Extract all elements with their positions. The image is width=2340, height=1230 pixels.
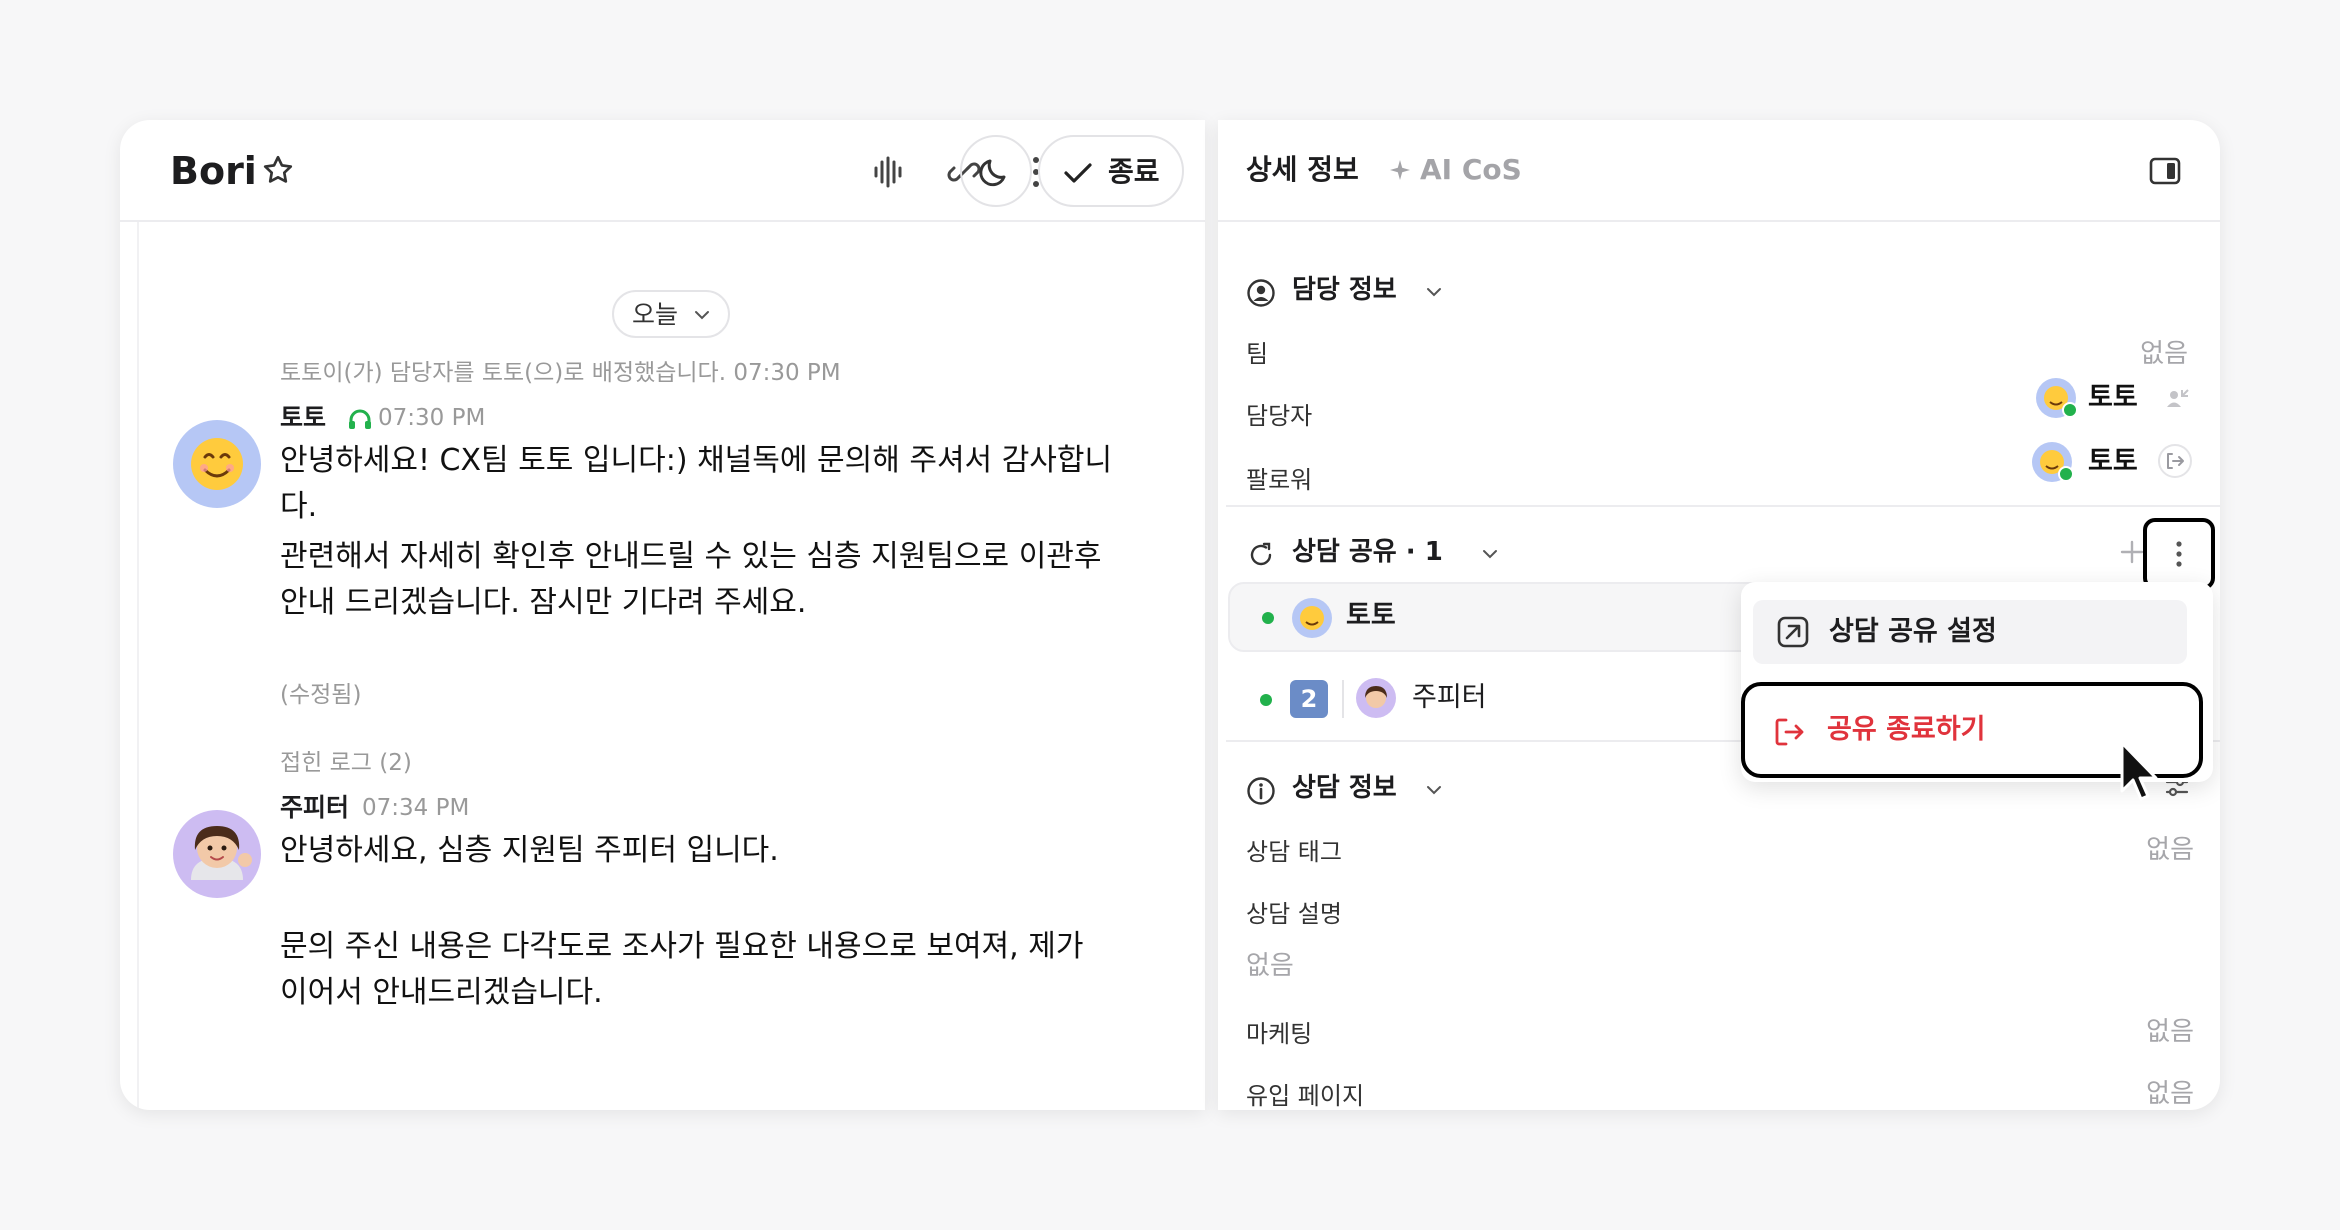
message-text: 안녕하세요! CX팀 토토 입니다:) 채널독에 문의해 주셔서 감사합니다.	[280, 443, 1113, 524]
keycap-badge: 2	[1290, 680, 1328, 718]
mouse-cursor-icon	[2120, 741, 2158, 801]
unassign-user-icon[interactable]	[2162, 384, 2192, 414]
star-icon[interactable]	[260, 152, 296, 188]
follower-name[interactable]: 토토	[2088, 444, 2138, 480]
consult-desc-value[interactable]: 없음	[1246, 948, 1294, 984]
chat-title: Bori	[170, 149, 257, 193]
memoji-avatar-icon	[191, 826, 252, 880]
menu-item-label: 상담 공유 설정	[1829, 616, 1997, 647]
share-row[interactable]: 토토	[1228, 582, 1828, 652]
team-label: 팀	[1246, 340, 1269, 368]
share-row[interactable]: 2 주피터	[1228, 664, 1828, 734]
add-icon[interactable]	[2118, 538, 2146, 566]
message-author[interactable]: 토토	[280, 402, 326, 434]
exit-icon	[2167, 453, 2184, 469]
consult-tag-value[interactable]: 없음	[1998, 832, 2194, 868]
message-time: 07:30 PM	[378, 405, 486, 431]
message-text: 관련해서 자세히 확인후 안내드릴 수 있는 심층 지원팀으로 이관후 안내 드…	[280, 539, 1102, 620]
snooze-button[interactable]	[960, 135, 1032, 207]
chat-panel: Bori 종료 오늘 토토이(가) 담당자를 토토(으)로 배정했습니다. 07…	[120, 120, 1205, 1110]
smiley-avatar-icon	[1300, 606, 1324, 630]
chevron-down-icon	[695, 311, 709, 320]
follower-label: 팔로워	[1246, 466, 1313, 494]
avatar	[1292, 598, 1332, 638]
user-circle-icon	[1247, 279, 1275, 307]
smiley-avatar-icon	[191, 438, 243, 490]
menu-item-label: 공유 종료하기	[1827, 714, 1986, 745]
online-status-dot	[2058, 466, 2074, 482]
inflow-page-label: 유입 페이지	[1246, 1082, 1365, 1110]
section-title: 상담 공유 · 1	[1292, 537, 1443, 567]
message-text: 안녕하세요, 심층 지원팀 주피터 입니다.	[280, 833, 779, 868]
close-chat-label: 종료	[1108, 155, 1160, 188]
avatar	[1356, 678, 1396, 718]
divider	[1226, 505, 2220, 507]
folded-log-toggle[interactable]: 접힌 로그 (2)	[280, 748, 412, 778]
check-icon	[1064, 163, 1092, 183]
assignment-section-header[interactable]: 담당 정보	[1246, 270, 1486, 310]
share-more-button[interactable]	[2143, 518, 2215, 590]
consult-desc-label: 상담 설명	[1246, 900, 1342, 928]
message-author[interactable]: 주피터	[280, 792, 349, 824]
share-loop-icon	[1250, 542, 1272, 566]
divider	[137, 222, 139, 1110]
panel-toggle-icon[interactable]	[2148, 154, 2182, 188]
assignee-label: 담당자	[1246, 402, 1313, 430]
online-status-dot	[2062, 402, 2078, 418]
marketing-value[interactable]: 없음	[1998, 1014, 2194, 1050]
section-title: 상담 정보	[1292, 773, 1397, 803]
consult-section-header[interactable]: 상담 정보	[1246, 768, 1486, 808]
share-member-name: 토토	[1346, 600, 1396, 631]
headset-icon	[349, 409, 371, 429]
consult-tag-label: 상담 태그	[1246, 838, 1342, 866]
share-section-header[interactable]: 상담 공유 · 1	[1246, 532, 1506, 572]
close-chat-button[interactable]: 종료	[1038, 135, 1184, 207]
share-settings-icon	[1777, 616, 1809, 648]
memoji-avatar-icon	[1365, 686, 1387, 708]
team-value[interactable]: 없음	[2008, 336, 2188, 372]
chevron-down-icon	[1427, 786, 1441, 795]
inflow-page-value[interactable]: 없음	[1998, 1076, 2194, 1110]
tab-details[interactable]: 상세 정보	[1246, 150, 1359, 190]
system-message: 토토이(가) 담당자를 토토(으)로 배정했습니다. 07:30 PM	[280, 360, 841, 386]
detail-panel: 상세 정보 AI CoS 담당 정보 팀 없음 담당자 토토 팔로워 토토 상담…	[1218, 120, 2220, 1110]
share-member-name: 주피터	[1412, 682, 1487, 713]
detail-header: 상세 정보 AI CoS	[1218, 120, 2220, 222]
unfollow-button[interactable]	[2158, 444, 2192, 478]
edited-label: (수정됨)	[280, 682, 362, 708]
avatar[interactable]	[173, 420, 261, 508]
online-status-dot	[1262, 612, 1274, 624]
sparkle-icon	[1390, 160, 1410, 180]
date-pill-label: 오늘	[632, 300, 679, 329]
moon-icon	[979, 159, 1006, 187]
info-icon	[1247, 777, 1275, 805]
more-vertical-icon	[2176, 541, 2182, 567]
message-time: 07:34 PM	[362, 795, 470, 821]
avatar[interactable]	[173, 810, 261, 898]
assignee-name[interactable]: 토토	[2088, 380, 2138, 416]
tab-ai-cos[interactable]: AI CoS	[1420, 150, 1522, 190]
chevron-down-icon	[1483, 550, 1497, 559]
marketing-label: 마케팅	[1246, 1020, 1313, 1048]
chat-header: Bori 종료	[120, 120, 1205, 222]
message-text: 문의 주신 내용은 다각도로 조사가 필요한 내용으로 보여져, 제가 이어서 …	[280, 929, 1084, 1010]
online-status-dot	[1260, 694, 1272, 706]
chevron-down-icon	[1427, 288, 1441, 297]
share-settings-menu-item[interactable]: 상담 공유 설정	[1753, 600, 2187, 664]
exit-icon	[1775, 718, 1804, 746]
date-filter-pill[interactable]: 오늘	[612, 290, 730, 338]
waveform-icon[interactable]	[866, 150, 910, 194]
section-title: 담당 정보	[1292, 275, 1397, 305]
divider	[1342, 680, 1344, 718]
